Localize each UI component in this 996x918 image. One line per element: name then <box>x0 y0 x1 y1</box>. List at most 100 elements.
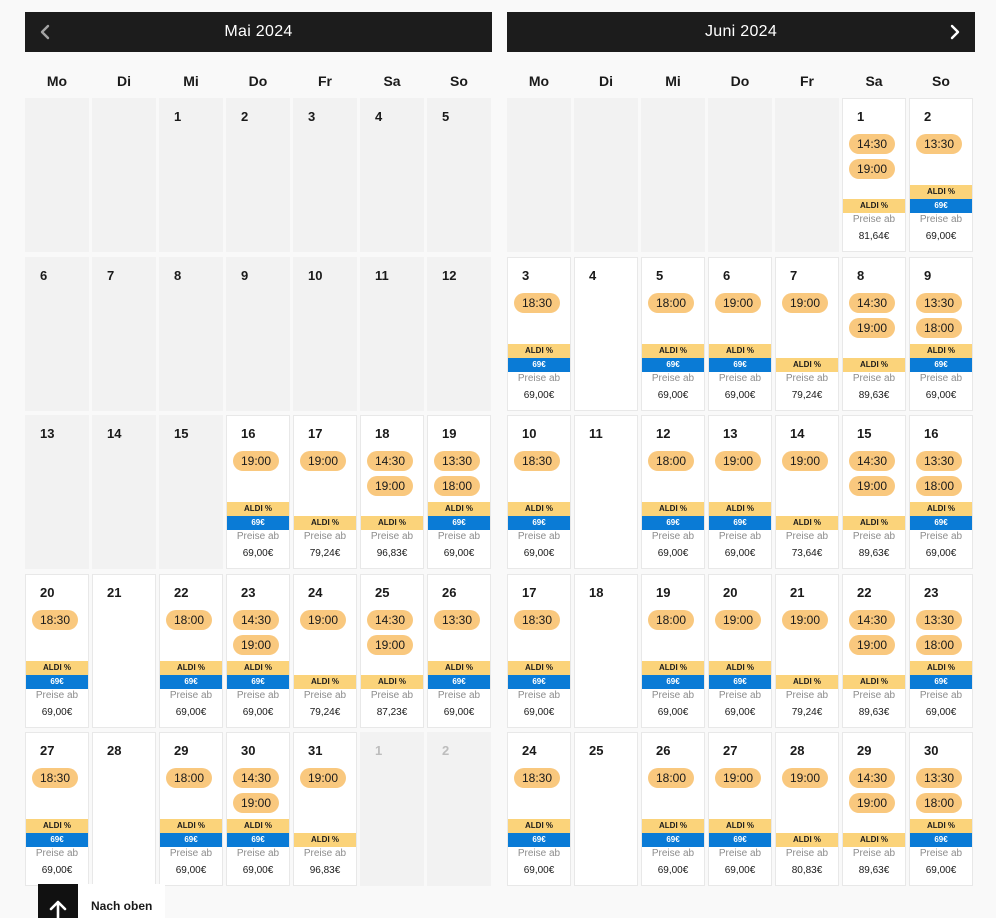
day-cell[interactable]: 28 19:00 ALDI % Preise ab 80,83€ <box>775 732 839 886</box>
showtime-button[interactable]: 14:30 <box>849 609 895 630</box>
showtime-button[interactable]: 18:00 <box>916 317 962 338</box>
price-from-value: 96,83€ <box>376 548 408 559</box>
day-cell[interactable]: 27 19:00 ALDI % 69€ Preise ab 69,00€ <box>708 732 772 886</box>
showtime-button[interactable]: 18:30 <box>514 768 560 788</box>
day-cell[interactable]: 30 14:30 19:00 ALDI % 69€ Preise ab 69,00€ <box>226 732 290 886</box>
showtime-button[interactable]: 14:30 <box>849 292 895 313</box>
day-cell[interactable]: 13 19:00 ALDI % 69€ Preise ab 69,00€ <box>708 415 772 569</box>
showtime-button[interactable]: 18:00 <box>434 476 480 496</box>
showtime-button[interactable]: 19:00 <box>849 317 895 338</box>
day-cell[interactable]: 27 18:30 ALDI % 69€ Preise ab 69,00€ <box>25 732 89 886</box>
showtime-button[interactable]: 19:00 <box>782 609 828 630</box>
day-cell[interactable]: 12 18:00 ALDI % 69€ Preise ab 69,00€ <box>641 415 705 569</box>
day-cell[interactable]: 26 13:30 ALDI % 69€ Preise ab 69,00€ <box>427 573 491 728</box>
showtime-button[interactable]: 18:30 <box>514 451 560 471</box>
showtime-button[interactable]: 14:30 <box>849 134 895 154</box>
day-cell[interactable]: 10 18:30 ALDI % 69€ Preise ab 69,00€ <box>507 415 571 569</box>
showtime-button[interactable]: 18:00 <box>916 476 962 496</box>
showtime-button[interactable]: 14:30 <box>233 609 279 630</box>
showtime-button[interactable]: 14:30 <box>849 451 895 471</box>
showtime-button[interactable]: 19:00 <box>849 793 895 813</box>
next-month-button[interactable] <box>935 12 975 52</box>
showtime-button[interactable]: 19:00 <box>367 634 413 655</box>
day-cell[interactable]: 26 18:00 ALDI % 69€ Preise ab 69,00€ <box>641 732 705 886</box>
day-cell[interactable]: 29 14:30 19:00 ALDI % Preise ab 89,63€ <box>842 732 906 886</box>
showtime-button[interactable]: 19:00 <box>849 159 895 179</box>
showtime-button[interactable]: 19:00 <box>300 609 346 630</box>
day-cell[interactable]: 24 19:00 ALDI % Preise ab 79,24€ <box>293 573 357 728</box>
showtime-button[interactable]: 19:00 <box>849 634 895 655</box>
day-cell[interactable]: 2 13:30 ALDI % 69€ Preise ab 69,00€ <box>909 98 973 252</box>
day-cell[interactable]: 19 18:00 ALDI % 69€ Preise ab 69,00€ <box>641 573 705 728</box>
showtime-button[interactable]: 18:30 <box>32 609 78 630</box>
showtime-button[interactable]: 18:00 <box>648 768 694 788</box>
day-cell[interactable]: 6 19:00 ALDI % 69€ Preise ab 69,00€ <box>708 256 772 411</box>
showtime-button[interactable]: 19:00 <box>782 768 828 788</box>
day-cell[interactable]: 16 19:00 ALDI % 69€ Preise ab 69,00€ <box>226 415 290 569</box>
showtime-button[interactable]: 19:00 <box>300 768 346 788</box>
day-cell[interactable]: 17 18:30 ALDI % 69€ Preise ab 69,00€ <box>507 573 571 728</box>
showtime-button[interactable]: 18:00 <box>648 609 694 630</box>
showtime-button[interactable]: 18:00 <box>916 793 962 813</box>
showtime-button[interactable]: 13:30 <box>434 609 480 630</box>
day-cell[interactable]: 5 18:00 ALDI % 69€ Preise ab 69,00€ <box>641 256 705 411</box>
showtime-button[interactable]: 18:00 <box>166 768 212 788</box>
showtime-button[interactable]: 14:30 <box>367 451 413 471</box>
showtime-button[interactable]: 19:00 <box>233 634 279 655</box>
showtime-button[interactable]: 19:00 <box>715 609 761 630</box>
showtime-button[interactable]: 19:00 <box>233 451 279 471</box>
day-cell[interactable]: 25 14:30 19:00 ALDI % Preise ab 87,23€ <box>360 573 424 728</box>
showtime-button[interactable]: 18:00 <box>166 609 212 630</box>
day-cell[interactable]: 14 19:00 ALDI % Preise ab 73,64€ <box>775 415 839 569</box>
showtime-button[interactable]: 18:30 <box>32 768 78 788</box>
day-cell[interactable]: 19 13:30 18:00 ALDI % 69€ Preise ab 69,00€ <box>427 415 491 569</box>
showtime-button[interactable]: 19:00 <box>782 451 828 471</box>
showtime-button[interactable]: 19:00 <box>715 292 761 313</box>
showtime-button[interactable]: 14:30 <box>233 768 279 788</box>
showtime-button[interactable]: 18:00 <box>916 634 962 655</box>
showtime-button[interactable]: 19:00 <box>849 476 895 496</box>
showtime-button[interactable]: 19:00 <box>715 451 761 471</box>
day-cell[interactable]: 23 13:30 18:00 ALDI % 69€ Preise ab 69,00€ <box>909 573 973 728</box>
showtime-button[interactable]: 18:00 <box>648 292 694 313</box>
day-cell[interactable]: 8 14:30 19:00 ALDI % Preise ab 89,63€ <box>842 256 906 411</box>
showtime-button[interactable]: 13:30 <box>916 134 962 154</box>
day-cell[interactable]: 24 18:30 ALDI % 69€ Preise ab 69,00€ <box>507 732 571 886</box>
showtime-button[interactable]: 19:00 <box>715 768 761 788</box>
showtime-button[interactable]: 13:30 <box>916 292 962 313</box>
day-cell[interactable]: 15 14:30 19:00 ALDI % Preise ab 89,63€ <box>842 415 906 569</box>
day-cell[interactable]: 9 13:30 18:00 ALDI % 69€ Preise ab 69,00€ <box>909 256 973 411</box>
showtime-button[interactable]: 14:30 <box>367 609 413 630</box>
showtime-button[interactable]: 18:00 <box>648 451 694 471</box>
discount-badges: ALDI % 69€ <box>428 660 490 689</box>
showtime-button[interactable]: 19:00 <box>782 292 828 313</box>
day-cell[interactable]: 22 18:00 ALDI % 69€ Preise ab 69,00€ <box>159 573 223 728</box>
day-cell[interactable]: 20 19:00 ALDI % 69€ Preise ab 69,00€ <box>708 573 772 728</box>
showtime-button[interactable]: 18:30 <box>514 609 560 630</box>
day-cell[interactable]: 23 14:30 19:00 ALDI % 69€ Preise ab 69,00€ <box>226 573 290 728</box>
day-cell[interactable]: 22 14:30 19:00 ALDI % Preise ab 89,63€ <box>842 573 906 728</box>
day-cell[interactable]: 17 19:00 ALDI % Preise ab 79,24€ <box>293 415 357 569</box>
showtime-button[interactable]: 13:30 <box>434 451 480 471</box>
showtime-button[interactable]: 14:30 <box>849 768 895 788</box>
day-cell[interactable]: 1 14:30 19:00 ALDI % Preise ab 81,64€ <box>842 98 906 252</box>
day-cell[interactable]: 21 19:00 ALDI % Preise ab 79,24€ <box>775 573 839 728</box>
showtime-button[interactable]: 18:30 <box>514 292 560 313</box>
previous-month-button[interactable] <box>25 12 65 52</box>
showtime-button[interactable]: 19:00 <box>300 451 346 471</box>
day-cell[interactable]: 18 14:30 19:00 ALDI % Preise ab 96,83€ <box>360 415 424 569</box>
day-cell[interactable]: 16 13:30 18:00 ALDI % 69€ Preise ab 69,00€ <box>909 415 973 569</box>
price-from-label: Preise ab <box>236 531 280 542</box>
day-cell[interactable]: 31 19:00 ALDI % Preise ab 96,83€ <box>293 732 357 886</box>
showtime-button[interactable]: 19:00 <box>233 793 279 813</box>
day-cell[interactable]: 29 18:00 ALDI % 69€ Preise ab 69,00€ <box>159 732 223 886</box>
back-to-top-button[interactable]: Nach oben <box>38 884 165 918</box>
day-cell[interactable]: 20 18:30 ALDI % 69€ Preise ab 69,00€ <box>25 573 89 728</box>
day-cell[interactable]: 7 19:00 ALDI % Preise ab 79,24€ <box>775 256 839 411</box>
day-cell[interactable]: 30 13:30 18:00 ALDI % 69€ Preise ab 69,00€ <box>909 732 973 886</box>
day-cell[interactable]: 3 18:30 ALDI % 69€ Preise ab 69,00€ <box>507 256 571 411</box>
showtime-button[interactable]: 13:30 <box>916 451 962 471</box>
showtime-button[interactable]: 13:30 <box>916 768 962 788</box>
showtime-button[interactable]: 19:00 <box>367 476 413 496</box>
showtime-button[interactable]: 13:30 <box>916 609 962 630</box>
